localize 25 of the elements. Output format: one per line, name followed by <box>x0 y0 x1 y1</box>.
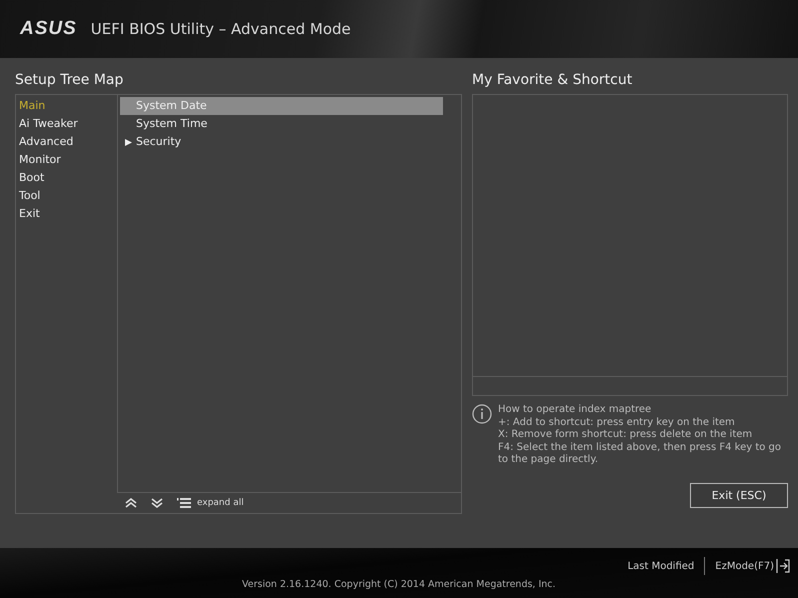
menu-item[interactable]: Boot <box>16 169 117 187</box>
expand-icon[interactable] <box>151 498 163 508</box>
tree-item[interactable]: System Time <box>120 115 443 133</box>
section-title: Setup Tree Map <box>15 71 124 90</box>
ez-mode-button[interactable]: EzMode(F7) <box>715 559 790 573</box>
collapse-icon[interactable] <box>125 498 137 508</box>
section-title: My Favorite & Shortcut <box>472 71 634 90</box>
menu-item[interactable]: Ai Tweaker <box>16 115 117 133</box>
info-icon <box>472 404 492 424</box>
version-text: Version 2.16.1240. Copyright (C) 2014 American Megatrends, Inc. <box>241 579 557 590</box>
expand-all-button[interactable]: expand all <box>177 498 244 508</box>
menu-item[interactable]: Monitor <box>16 151 117 169</box>
menu-item[interactable]: Exit <box>16 205 117 223</box>
menu-item[interactable]: Tool <box>16 187 117 205</box>
list-icon <box>177 498 191 508</box>
expand-arrow-icon <box>124 138 132 146</box>
menu-item[interactable]: Advanced <box>16 133 117 151</box>
menu-item[interactable]: Main <box>16 97 117 115</box>
exit-button[interactable]: Exit (ESC) <box>690 482 788 508</box>
tree-item[interactable]: Security <box>120 133 443 151</box>
window-title: UEFI BIOS Utility – Advanced Mode <box>90 20 351 38</box>
brand-logo: ASUS <box>20 18 77 40</box>
exit-arrow-icon <box>776 559 790 573</box>
last-modified-button[interactable]: Last Modified <box>628 560 694 572</box>
help-text: How to operate index maptree +: Add to shortcut: press entry key on the item X: Remove form shortcut: press delete on the item F4: Select the item listed above, then press F4 key to go to the page directly. <box>498 404 782 466</box>
